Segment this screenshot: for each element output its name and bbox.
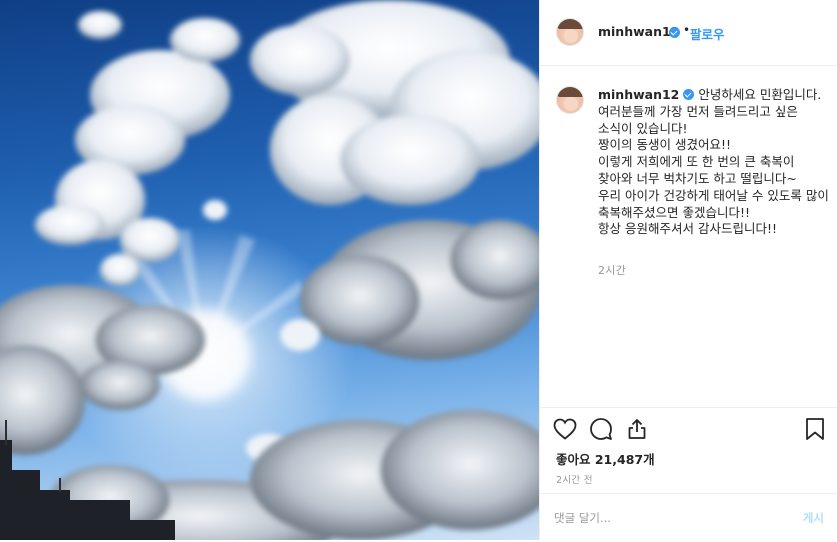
sky-clouds-image xyxy=(0,0,539,540)
post-photo[interactable] xyxy=(0,0,539,540)
caption-username[interactable]: minhwan12 xyxy=(598,87,679,102)
avatar[interactable] xyxy=(556,18,584,46)
save-button[interactable] xyxy=(802,416,828,442)
post-header: minhwan12 • 팔로우 xyxy=(540,0,837,66)
instagram-post: minhwan12 • 팔로우 minhwan12 안녕하세요 민환입니다. 여러… xyxy=(0,0,837,540)
comment-icon xyxy=(590,418,612,440)
share-button[interactable] xyxy=(624,416,650,442)
follow-button[interactable]: 팔로우 xyxy=(690,24,725,43)
verified-badge-icon xyxy=(683,89,695,100)
posted-time[interactable]: 2시간 전 xyxy=(556,472,593,486)
comment-button[interactable] xyxy=(588,416,614,442)
verified-badge-icon xyxy=(669,27,680,38)
heart-icon xyxy=(553,418,577,440)
bookmark-icon xyxy=(806,418,824,440)
header-username[interactable]: minhwan12 xyxy=(598,24,679,39)
caption: minhwan12 안녕하세요 민환입니다. 여러분들께 가장 먼저 들려드리고 … xyxy=(598,87,830,238)
caption-avatar[interactable] xyxy=(556,86,584,114)
like-button[interactable] xyxy=(552,416,578,442)
actions-section: 좋아요 21,487개 2시간 전 게시 xyxy=(540,407,837,541)
comment-input[interactable] xyxy=(554,509,774,527)
likes-count[interactable]: 좋아요 21,487개 xyxy=(556,449,655,468)
post-comment-button[interactable]: 게시 xyxy=(803,510,824,526)
comment-box: 게시 xyxy=(540,493,837,542)
caption-text: 안녕하세요 민환입니다. 여러분들께 가장 먼저 들려드리고 싶은 소식이 있습… xyxy=(598,87,829,237)
caption-time[interactable]: 2시간 xyxy=(598,262,626,278)
share-icon xyxy=(628,419,646,439)
post-side-panel: minhwan12 • 팔로우 minhwan12 안녕하세요 민환입니다. 여러… xyxy=(539,0,837,540)
